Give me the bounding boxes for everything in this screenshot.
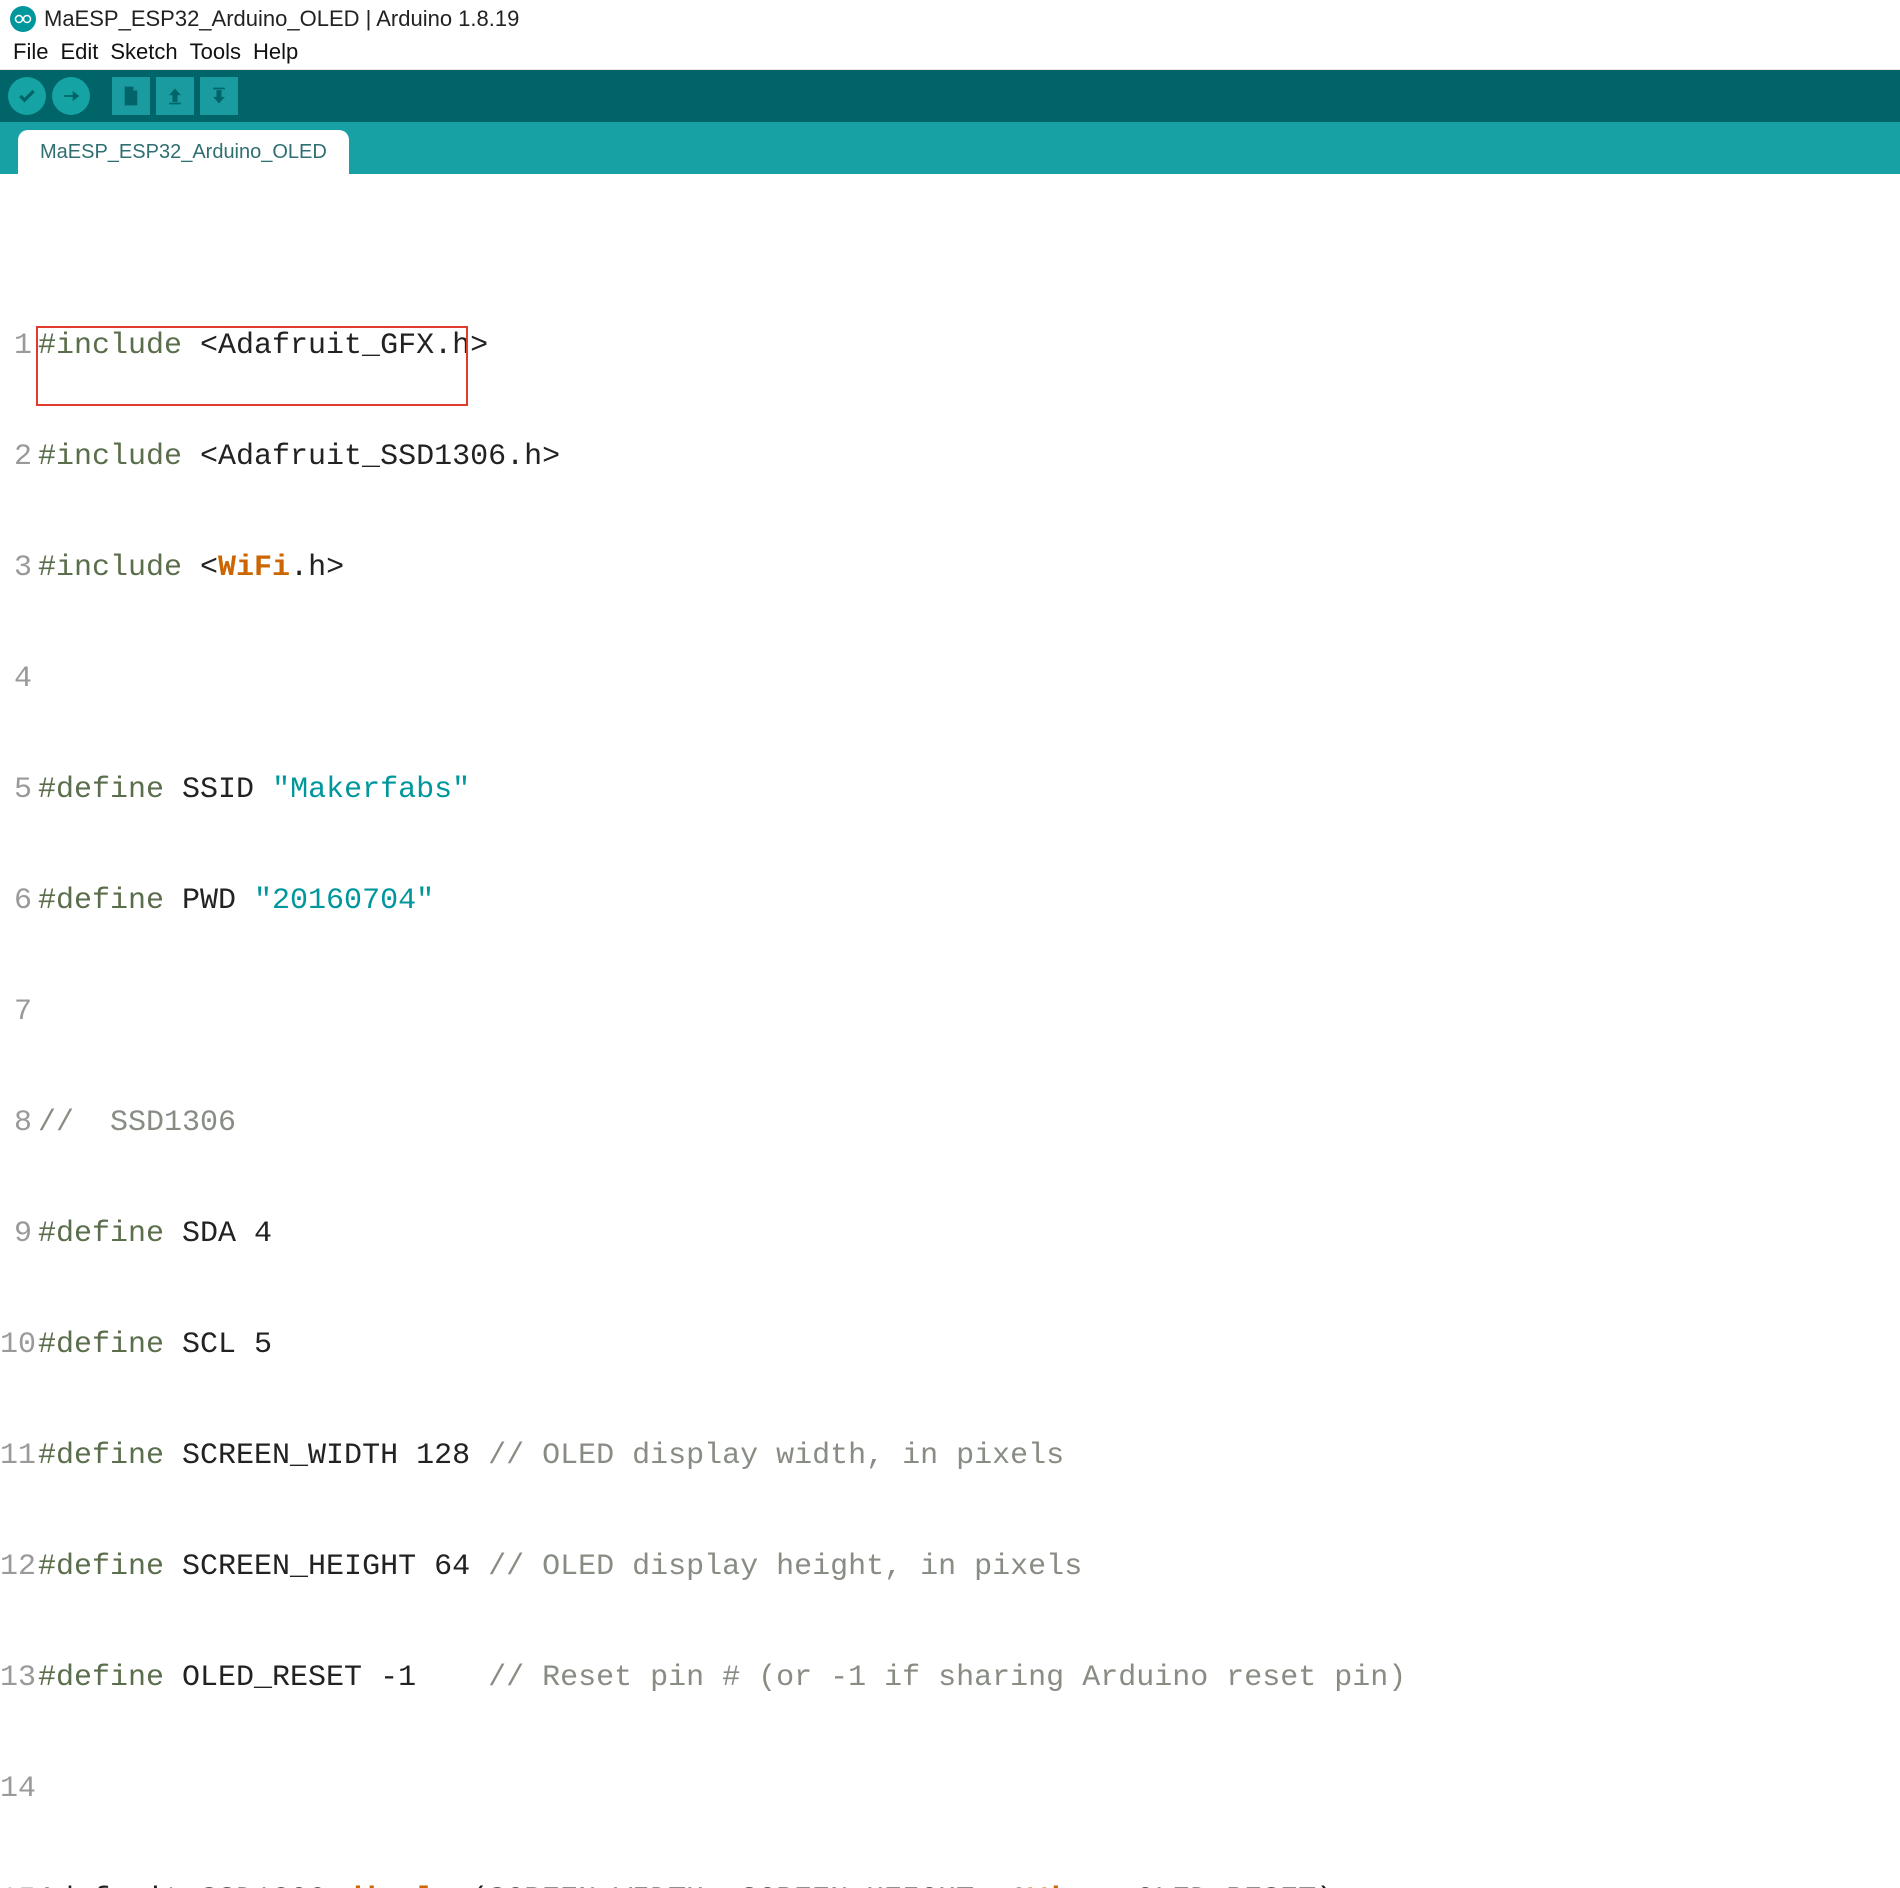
code-editor[interactable]: 1#include <Adafruit_GFX.h> 2#include <Ad… [0,174,1900,1888]
arrow-right-icon [61,86,81,106]
open-button[interactable] [156,77,194,115]
code-line: 5#define SSID "Makerfabs" [0,772,1900,809]
arrow-up-icon [165,85,185,107]
upload-button[interactable] [52,77,90,115]
code-line: 3#include <WiFi.h> [0,550,1900,587]
code-line: 13#define OLED_RESET -1 // Reset pin # (… [0,1660,1900,1697]
menu-edit[interactable]: Edit [55,39,103,65]
window-titlebar: MaESP_ESP32_Arduino_OLED | Arduino 1.8.1… [0,0,1900,38]
menu-file[interactable]: File [8,39,53,65]
code-line: 1#include <Adafruit_GFX.h> [0,328,1900,365]
sketch-tab-label: MaESP_ESP32_Arduino_OLED [40,141,327,164]
code-line: 10#define SCL 5 [0,1327,1900,1364]
code-line: 12#define SCREEN_HEIGHT 64 // OLED displ… [0,1549,1900,1586]
sketch-tab[interactable]: MaESP_ESP32_Arduino_OLED [18,130,349,174]
code-line: 8// SSD1306 [0,1105,1900,1142]
arrow-down-icon [209,85,229,107]
code-line: 6#define PWD "20160704" [0,883,1900,920]
arduino-logo-icon [10,6,36,32]
check-icon [17,86,37,106]
code-line: 15Adafruit_SSD1306 display(SCREEN_WIDTH,… [0,1882,1900,1888]
menu-tools[interactable]: Tools [185,39,246,65]
tab-strip: MaESP_ESP32_Arduino_OLED [0,122,1900,174]
code-line: 11#define SCREEN_WIDTH 128 // OLED displ… [0,1438,1900,1475]
code-line: 2#include <Adafruit_SSD1306.h> [0,439,1900,476]
menu-sketch[interactable]: Sketch [105,39,182,65]
new-file-icon [121,85,141,107]
code-line: 14 [0,1771,1900,1808]
toolbar [0,70,1900,122]
menubar: File Edit Sketch Tools Help [0,38,1900,70]
verify-button[interactable] [8,77,46,115]
menu-help[interactable]: Help [248,39,303,65]
save-button[interactable] [200,77,238,115]
window-title: MaESP_ESP32_Arduino_OLED | Arduino 1.8.1… [44,6,519,32]
code-line: 9#define SDA 4 [0,1216,1900,1253]
code-line: 4 [0,661,1900,698]
new-button[interactable] [112,77,150,115]
code-line: 7 [0,994,1900,1031]
